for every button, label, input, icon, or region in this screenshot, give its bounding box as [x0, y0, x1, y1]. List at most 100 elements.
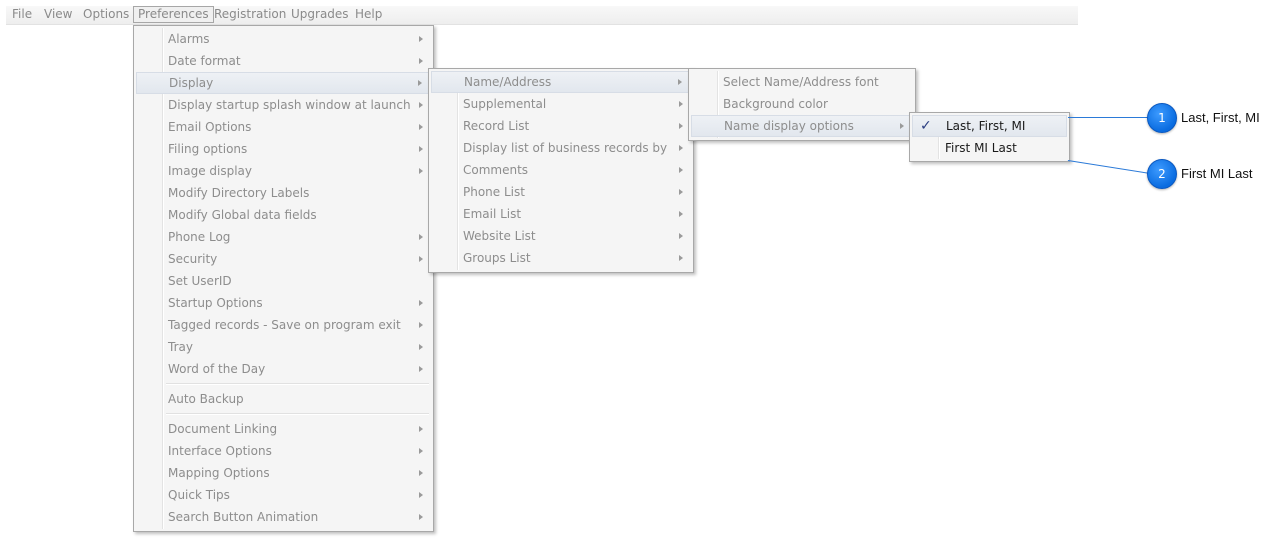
menu-item-label: Phone List — [463, 185, 525, 199]
submenu-arrow-icon — [419, 366, 423, 372]
submenu-arrow-icon — [419, 168, 423, 174]
menu-item-label: Image display — [168, 164, 253, 178]
menu-item-image-display[interactable]: Image display — [136, 160, 431, 182]
menu-item-tray[interactable]: Tray — [136, 336, 431, 358]
menu-item-security[interactable]: Security — [136, 248, 431, 270]
submenu-arrow-icon — [419, 426, 423, 432]
menu-item-label: Startup Options — [168, 296, 263, 310]
menu-item-label: Background color — [723, 97, 828, 111]
submenu-arrow-icon — [679, 255, 683, 261]
preferences-menu: Alarms Date format Display Display start… — [133, 25, 434, 532]
submenu-arrow-icon — [419, 300, 423, 306]
menu-item-email-list[interactable]: Email List — [431, 203, 691, 225]
menu-item-set-userid[interactable]: Set UserID — [136, 270, 431, 292]
menu-item-label: Filing options — [168, 142, 248, 156]
submenu-arrow-icon — [419, 234, 423, 240]
menu-item-label: Email List — [463, 207, 522, 221]
submenu-arrow-icon — [419, 492, 423, 498]
menu-bar: File View Options Preferences Registrati… — [6, 6, 1078, 25]
menu-item-label: Phone Log — [168, 230, 231, 244]
menu-separator — [166, 413, 429, 415]
menu-item-modify-directory-labels[interactable]: Modify Directory Labels — [136, 182, 431, 204]
menu-view[interactable]: View — [44, 7, 72, 22]
menu-item-first-mi-last[interactable]: First MI Last — [912, 137, 1067, 159]
menu-item-mapping-options[interactable]: Mapping Options — [136, 462, 431, 484]
submenu-arrow-icon — [679, 101, 683, 107]
menu-item-supplemental[interactable]: Supplemental — [431, 93, 691, 115]
menu-upgrades[interactable]: Upgrades — [291, 7, 349, 22]
submenu-arrow-icon — [679, 189, 683, 195]
menu-item-phone-log[interactable]: Phone Log — [136, 226, 431, 248]
menu-file[interactable]: File — [12, 7, 32, 22]
menu-registration[interactable]: Registration — [214, 7, 286, 22]
submenu-arrow-icon — [419, 102, 423, 108]
menu-item-label: Display startup splash window at launch — [168, 98, 411, 112]
menu-item-select-font[interactable]: Select Name/Address font — [691, 71, 913, 93]
menu-item-label: Modify Global data fields — [168, 208, 317, 222]
menu-item-modify-global-data-fields[interactable]: Modify Global data fields — [136, 204, 431, 226]
submenu-arrow-icon — [419, 448, 423, 454]
menu-item-label: Mapping Options — [168, 466, 270, 480]
menu-item-label: Groups List — [463, 251, 531, 265]
menu-item-label: Security — [168, 252, 218, 266]
menu-item-label: Display list of business records by — [463, 141, 668, 155]
menu-item-alarms[interactable]: Alarms — [136, 28, 431, 50]
menu-item-label: First MI Last — [945, 141, 1017, 155]
menu-item-label: Alarms — [168, 32, 210, 46]
menu-item-record-list[interactable]: Record List — [431, 115, 691, 137]
menu-item-groups-list[interactable]: Groups List — [431, 247, 691, 269]
menu-item-quick-tips[interactable]: Quick Tips — [136, 484, 431, 506]
menu-item-comments[interactable]: Comments — [431, 159, 691, 181]
menu-item-name-address[interactable]: Name/Address — [431, 71, 691, 93]
submenu-arrow-icon — [419, 256, 423, 262]
callout-text-1: Last, First, MI — [1181, 110, 1260, 125]
submenu-arrow-icon — [419, 36, 423, 42]
submenu-arrow-icon — [419, 322, 423, 328]
menu-item-label: Quick Tips — [168, 488, 230, 502]
menu-item-display[interactable]: Display — [136, 72, 431, 94]
menu-item-interface-options[interactable]: Interface Options — [136, 440, 431, 462]
menu-item-label: Tagged records - Save on program exit — [168, 318, 401, 332]
menu-item-label: Document Linking — [168, 422, 278, 436]
menu-item-label: Word of the Day — [168, 362, 266, 376]
name-display-submenu: ✓ Last, First, MI First MI Last — [909, 112, 1070, 162]
submenu-arrow-icon — [679, 123, 683, 129]
menu-item-startup-options[interactable]: Startup Options — [136, 292, 431, 314]
menu-item-auto-backup[interactable]: Auto Backup — [136, 388, 431, 410]
submenu-arrow-icon — [419, 58, 423, 64]
callout-text-2: First MI Last — [1181, 166, 1253, 181]
display-submenu: Name/Address Supplemental Record List Di… — [428, 68, 694, 273]
menu-item-splash-window[interactable]: Display startup splash window at launch — [136, 94, 431, 116]
menu-item-search-button-animation[interactable]: Search Button Animation — [136, 506, 431, 528]
menu-item-business-records[interactable]: Display list of business records by — [431, 137, 691, 159]
menu-item-filing-options[interactable]: Filing options — [136, 138, 431, 160]
menu-item-label: Display — [169, 76, 214, 90]
menu-item-label: Auto Backup — [168, 392, 244, 406]
menu-item-label: Name/Address — [464, 75, 552, 89]
menu-item-phone-list[interactable]: Phone List — [431, 181, 691, 203]
menu-item-label: Website List — [463, 229, 536, 243]
menu-preferences[interactable]: Preferences — [133, 6, 214, 23]
menu-item-label: Tray — [168, 340, 193, 354]
submenu-arrow-icon — [419, 124, 423, 130]
menu-item-label: Comments — [463, 163, 529, 177]
menu-item-background-color[interactable]: Background color — [691, 93, 913, 115]
menu-item-name-display-options[interactable]: Name display options — [691, 115, 913, 137]
submenu-arrow-icon — [419, 146, 423, 152]
menu-separator — [166, 383, 429, 385]
menu-item-website-list[interactable]: Website List — [431, 225, 691, 247]
menu-item-last-first-mi[interactable]: ✓ Last, First, MI — [912, 115, 1067, 137]
menu-item-label: Select Name/Address font — [723, 75, 879, 89]
callout-badge-1: 1 — [1147, 103, 1177, 133]
menu-item-date-format[interactable]: Date format — [136, 50, 431, 72]
menu-help[interactable]: Help — [355, 7, 382, 22]
menu-item-tagged-records[interactable]: Tagged records - Save on program exit — [136, 314, 431, 336]
submenu-arrow-icon — [679, 167, 683, 173]
menu-options[interactable]: Options — [83, 7, 129, 22]
menu-item-label: Record List — [463, 119, 530, 133]
submenu-arrow-icon — [419, 514, 423, 520]
menu-item-email-options[interactable]: Email Options — [136, 116, 431, 138]
menu-item-document-linking[interactable]: Document Linking — [136, 418, 431, 440]
submenu-arrow-icon — [419, 470, 423, 476]
menu-item-word-of-the-day[interactable]: Word of the Day — [136, 358, 431, 380]
